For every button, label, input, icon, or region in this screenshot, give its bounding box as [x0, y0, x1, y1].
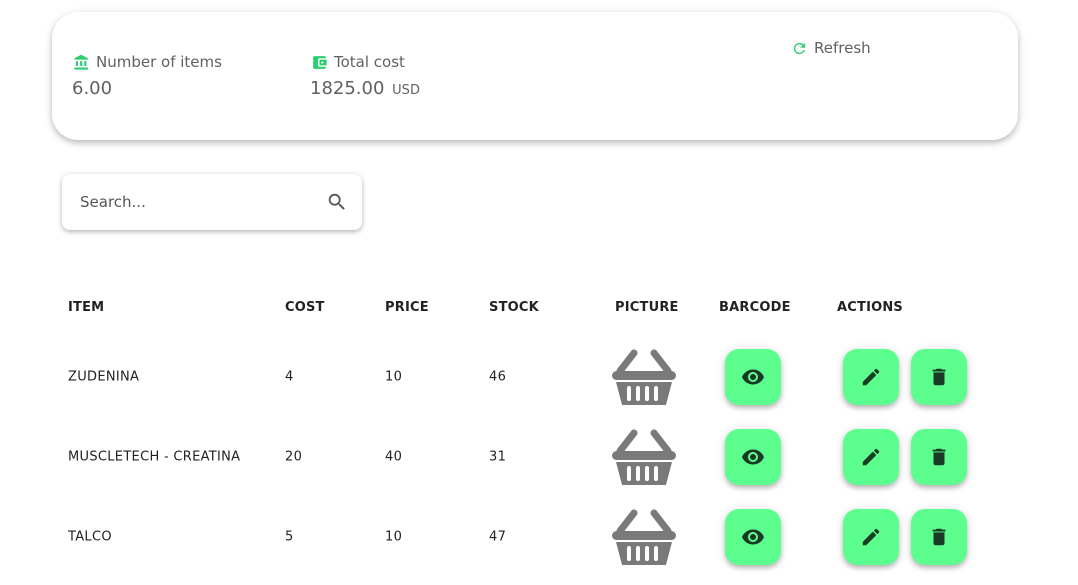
pencil-icon — [862, 528, 880, 546]
cost-unit: USD — [392, 83, 420, 98]
cell-cost: 5 — [285, 529, 294, 545]
header-item[interactable]: ITEM — [68, 300, 104, 315]
trash-icon — [932, 528, 946, 546]
cell-price: 10 — [385, 529, 403, 545]
refresh-icon — [790, 39, 808, 57]
cost-value: 1825.00 — [310, 78, 385, 99]
edit-button[interactable] — [843, 349, 899, 405]
cell-stock: 31 — [489, 449, 507, 465]
refresh-button[interactable]: Refresh — [790, 39, 871, 57]
delete-button[interactable] — [911, 349, 967, 405]
table-row: ZUDENINA 4 10 46 — [0, 337, 1078, 417]
pencil-icon — [862, 368, 880, 386]
trash-icon — [932, 448, 946, 466]
table-row: MUSCLETECH - CREATINA 20 40 31 — [0, 417, 1078, 497]
items-value: 6.00 — [72, 78, 113, 99]
cell-item: TALCO — [68, 529, 112, 545]
cell-stock: 47 — [489, 529, 507, 545]
basket-icon — [612, 429, 676, 485]
view-barcode-button[interactable] — [725, 509, 781, 565]
basket-icon — [612, 509, 676, 565]
cell-cost: 4 — [285, 369, 294, 385]
eye-icon — [742, 369, 764, 385]
basket-icon — [612, 349, 676, 405]
cell-price: 10 — [385, 369, 403, 385]
bank-icon — [72, 53, 90, 71]
header-price[interactable]: PRICE — [385, 300, 429, 315]
items-stat: Number of items 6.00 — [72, 52, 222, 99]
trash-icon — [932, 368, 946, 386]
eye-icon — [742, 529, 764, 545]
wallet-icon — [310, 53, 328, 71]
eye-icon — [742, 449, 764, 465]
search-icon[interactable] — [326, 191, 348, 213]
edit-button[interactable] — [843, 429, 899, 485]
header-stock[interactable]: STOCK — [489, 300, 539, 315]
inventory-page: Number of items 6.00 Total cost 1825.00 … — [0, 0, 1078, 585]
view-barcode-button[interactable] — [725, 349, 781, 405]
header-actions: ACTIONS — [837, 300, 904, 315]
cell-stock: 46 — [489, 369, 507, 385]
cell-item: MUSCLETECH - CREATINA — [68, 449, 241, 465]
cell-item: ZUDENINA — [68, 369, 140, 385]
search-input[interactable] — [78, 192, 326, 212]
search-box — [62, 174, 362, 230]
delete-button[interactable] — [911, 429, 967, 485]
cost-value-row: 1825.00 USD — [310, 78, 420, 99]
edit-button[interactable] — [843, 509, 899, 565]
view-barcode-button[interactable] — [725, 429, 781, 485]
header-cost[interactable]: COST — [285, 300, 325, 315]
summary-card: Number of items 6.00 Total cost 1825.00 … — [52, 12, 1018, 140]
cell-cost: 20 — [285, 449, 303, 465]
cost-stat: Total cost 1825.00 USD — [310, 52, 420, 99]
cost-label: Total cost — [334, 53, 405, 71]
refresh-label: Refresh — [814, 39, 871, 57]
cell-price: 40 — [385, 449, 403, 465]
items-label: Number of items — [96, 53, 222, 71]
header-picture: PICTURE — [615, 300, 679, 315]
delete-button[interactable] — [911, 509, 967, 565]
header-barcode: BARCODE — [719, 300, 791, 315]
table-row: TALCO 5 10 47 — [0, 497, 1078, 577]
pencil-icon — [862, 448, 880, 466]
